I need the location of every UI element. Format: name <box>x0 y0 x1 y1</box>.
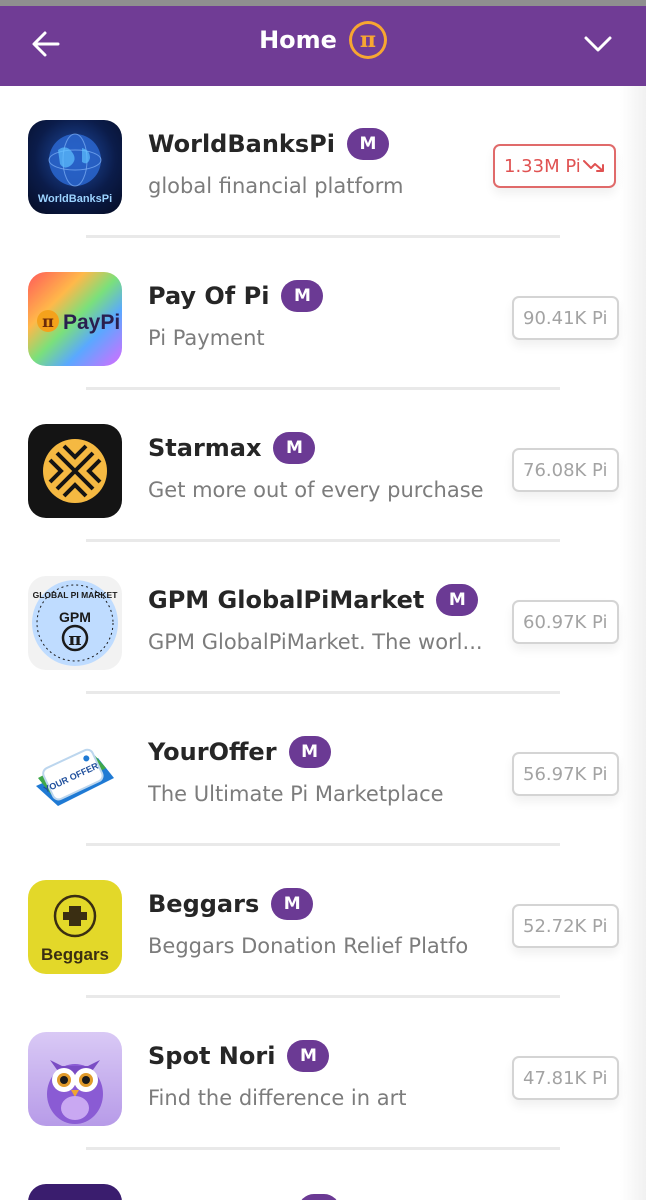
app-name: YourOffer <box>148 738 277 766</box>
app-description: global financial platform <box>148 174 404 198</box>
menu-toggle-button[interactable] <box>576 22 620 66</box>
app-title-row: GPM GlobalPiMarket M <box>148 584 479 616</box>
pi-stake-button[interactable]: 76.08K Pi <box>512 448 619 492</box>
app-title-row: Beggars M <box>148 888 314 920</box>
app-row-beggars[interactable]: Beggars Beggars M Beggars Donation Relie… <box>0 846 646 998</box>
next-app-icon-partial[interactable] <box>28 1184 122 1200</box>
stake-amount: 1.33M Pi <box>504 155 581 177</box>
app-row-worldbankspi[interactable]: WorldBanksPi WorldBanksPi M global finan… <box>0 86 646 238</box>
app-title-row: Spot Nori M <box>148 1040 330 1072</box>
stake-amount: 60.97K Pi <box>523 611 608 633</box>
app-header: Home π <box>0 6 646 86</box>
globe-icon: WorldBanksPi <box>28 120 122 214</box>
starmax-icon <box>28 424 122 518</box>
pi-stake-button[interactable]: 56.97K Pi <box>512 752 619 796</box>
app-list: WorldBanksPi WorldBanksPi M global finan… <box>0 86 646 1150</box>
app-row-starmax[interactable]: Starmax M Get more out of every purchase… <box>0 390 646 542</box>
app-description: The Ultimate Pi Marketplace <box>148 782 444 806</box>
gpm-ring-text: GLOBAL PI MARKET <box>33 590 119 600</box>
pi-stake-button[interactable]: 47.81K Pi <box>512 1056 619 1100</box>
paypi-pi-symbol: π <box>42 312 54 331</box>
stake-amount: 56.97K Pi <box>523 763 608 785</box>
app-title-row: YourOffer M <box>148 736 331 768</box>
app-name: Spot Nori <box>148 1042 276 1070</box>
page-title: Home <box>259 26 337 54</box>
stake-amount: 47.81K Pi <box>523 1067 608 1089</box>
app-row-youroffer[interactable]: YOUR OFFER YourOffer M The Ultimate Pi M… <box>0 694 646 846</box>
youroffer-tag-icon: YOUR OFFER <box>28 728 122 822</box>
pi-stake-button[interactable]: 60.97K Pi <box>512 600 619 644</box>
mainnet-badge: M <box>287 1040 330 1072</box>
app-row-gpm-globalpimarket[interactable]: GLOBAL PI MARKET GPM π GPM GlobalPiMarke… <box>0 542 646 694</box>
mainnet-badge: M <box>273 432 316 464</box>
mainnet-badge: M <box>281 280 324 312</box>
mainnet-badge: M <box>436 584 479 616</box>
chevron-down-icon <box>584 36 612 52</box>
app-name: Beggars <box>148 890 260 918</box>
app-row-spot-nori[interactable]: Spot Nori M Find the difference in art 4… <box>0 998 646 1150</box>
pi-logo-symbol: π <box>351 24 384 56</box>
trending-down-icon <box>582 160 604 172</box>
mainnet-badge: M <box>271 888 314 920</box>
app-title-row: Starmax M <box>148 432 316 464</box>
worldbankspi-logo-text: WorldBanksPi <box>38 193 112 205</box>
app-row-pay-of-pi[interactable]: π PayPi Pay Of Pi M Pi Payment 90.41K Pi <box>0 238 646 390</box>
app-description: GPM GlobalPiMarket. The worl... <box>148 630 483 654</box>
pi-logo-icon: π <box>348 21 387 59</box>
pi-stake-button[interactable]: 52.72K Pi <box>512 904 619 948</box>
paypi-icon: π PayPi <box>28 272 122 366</box>
app-name: Starmax <box>148 434 262 462</box>
beggars-logo-text: Beggars <box>41 945 109 964</box>
app-name: WorldBanksPi <box>148 130 335 158</box>
app-description: Find the difference in art <box>148 1086 407 1110</box>
stake-amount: 76.08K Pi <box>523 459 608 481</box>
mainnet-badge: M <box>346 128 389 160</box>
pi-stake-button[interactable]: 1.33M Pi <box>493 144 616 188</box>
mainnet-badge: M <box>288 736 331 768</box>
gpm-logo-text: GPM <box>59 609 91 625</box>
pi-stake-button[interactable]: 90.41K Pi <box>512 296 619 340</box>
app-name: GPM GlobalPiMarket <box>148 586 425 614</box>
paypi-logo-text: PayPi <box>63 311 120 334</box>
next-app-badge-partial <box>298 1194 340 1200</box>
app-description: Beggars Donation Relief Platfo <box>148 934 469 958</box>
gpm-pi-symbol: π <box>68 629 81 650</box>
owl-icon <box>28 1032 122 1126</box>
beggars-icon: Beggars <box>28 880 122 974</box>
app-description: Pi Payment <box>148 326 265 350</box>
app-description: Get more out of every purchase <box>148 478 484 502</box>
header-title-group: Home π <box>0 6 646 74</box>
stake-amount: 52.72K Pi <box>523 915 608 937</box>
app-title-row: WorldBanksPi M <box>148 128 389 160</box>
gpm-icon: GLOBAL PI MARKET GPM π <box>28 576 122 670</box>
app-title-row: Pay Of Pi M <box>148 280 324 312</box>
stake-amount: 90.41K Pi <box>523 307 608 329</box>
app-name: Pay Of Pi <box>148 282 270 310</box>
